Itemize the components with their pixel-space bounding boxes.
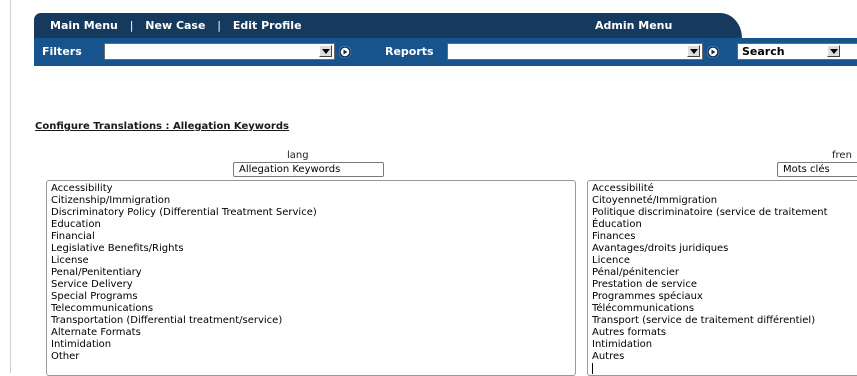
keyword-line: Pénal/pénitencier — [592, 267, 680, 278]
keyword-line: Finances — [592, 231, 636, 242]
chevron-down-icon[interactable] — [319, 45, 332, 57]
keyword-line: Télécommunications — [592, 303, 695, 314]
top-navigation: Main Menu | New Case | Edit Profile Admi… — [34, 13, 857, 38]
reports-go-icon[interactable] — [707, 46, 719, 58]
filters-label: Filters — [42, 45, 82, 58]
filters-go-icon[interactable] — [339, 46, 351, 58]
keyword-line: Education — [51, 219, 101, 230]
keyword-line: Accessibility — [51, 183, 113, 194]
keyword-line: Penal/Penitentiary — [51, 267, 142, 278]
text-caret — [592, 363, 857, 375]
keyword-line: Financial — [51, 231, 95, 242]
keyword-line: Telecommunications — [51, 303, 154, 314]
keyword-line: Avantages/droits juridiques — [592, 243, 729, 254]
reports-select[interactable] — [447, 43, 703, 60]
keyword-line: Éducation — [592, 219, 642, 230]
filters-select[interactable] — [104, 43, 335, 60]
french-name-input[interactable]: Mots clés — [777, 162, 857, 177]
keyword-line: Intimidation — [592, 339, 653, 350]
main-nav: Main Menu | New Case | Edit Profile — [50, 13, 302, 38]
admin-menu-link[interactable]: Admin Menu — [595, 13, 672, 38]
filter-toolbar: Filters Reports Search — [34, 38, 857, 66]
keyword-line: Transport (service de traitement différe… — [592, 315, 816, 326]
keyword-line: Citizenship/Immigration — [51, 195, 171, 206]
keyword-line: Prestation de service — [592, 279, 697, 290]
page-left-border — [10, 0, 11, 373]
keyword-line: Intimidation — [51, 339, 112, 350]
keyword-line: Licence — [592, 255, 630, 266]
keyword-line: Special Programs — [51, 291, 138, 302]
reports-label: Reports — [385, 45, 434, 58]
lang-name-input[interactable]: Allegation Keywords — [233, 162, 384, 177]
keyword-line: Politique discriminatoire (service de tr… — [592, 207, 828, 218]
chevron-down-icon[interactable] — [827, 45, 840, 57]
lang-column-header: lang — [287, 150, 309, 161]
edit-profile-link[interactable]: Edit Profile — [233, 19, 302, 32]
new-case-link[interactable]: New Case — [145, 19, 205, 32]
nav-separator: | — [129, 19, 134, 32]
keyword-line: Programmes spéciaux — [592, 291, 703, 302]
admin-tab — [694, 13, 742, 38]
french-keywords-textarea[interactable]: Accessibilité Citoyenneté/Immigration Poli… — [587, 180, 857, 376]
keyword-line: License — [51, 255, 89, 266]
keyword-line: Autres — [592, 351, 625, 362]
keyword-line: Service Delivery — [51, 279, 133, 290]
keyword-line: Accessibilité — [592, 183, 654, 194]
french-column-header: fren — [832, 150, 852, 161]
search-select[interactable]: Search — [737, 43, 857, 60]
keyword-line: Citoyenneté/Immigration — [592, 195, 718, 206]
page-title[interactable]: Configure Translations : Allegation Keyw… — [35, 121, 289, 132]
keyword-line: Autres formats — [592, 327, 667, 338]
keyword-line: Discriminatory Policy (Differential Trea… — [51, 207, 317, 218]
lang-keywords-textarea[interactable]: Accessibility Citizenship/Immigration Disc… — [46, 180, 576, 376]
chevron-down-icon[interactable] — [687, 45, 700, 57]
nav-separator: | — [217, 19, 222, 32]
main-menu-link[interactable]: Main Menu — [50, 19, 118, 32]
keyword-line: Other — [51, 351, 80, 362]
keyword-line: Transportation (Differential treatment/s… — [51, 315, 283, 326]
keyword-line: Legislative Benefits/Rights — [51, 243, 184, 254]
keyword-line: Alternate Formats — [51, 327, 141, 338]
